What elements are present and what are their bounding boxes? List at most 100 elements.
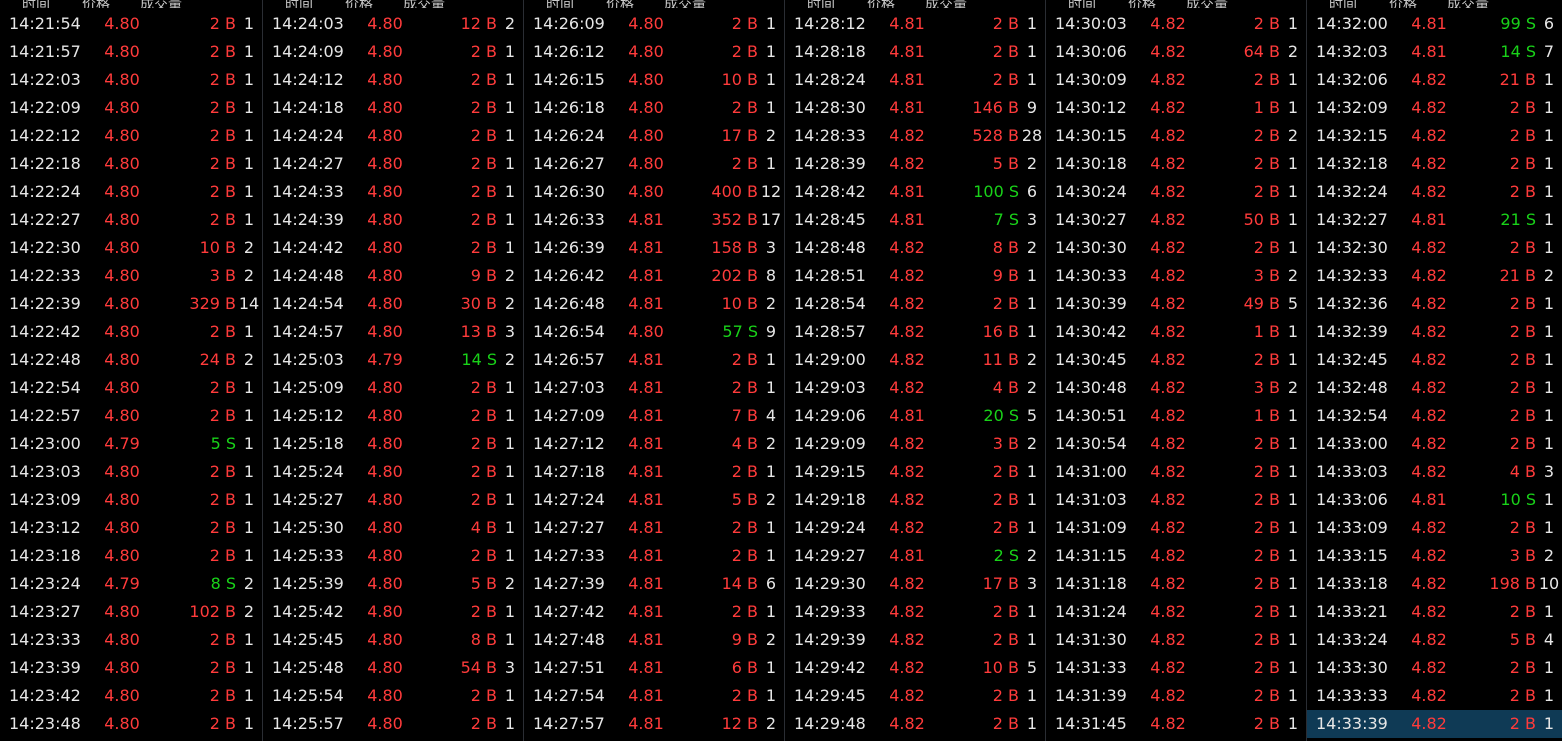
tick-row[interactable]: 14:32:48 4.82 2 B 1 [1307, 374, 1562, 402]
tick-row[interactable]: 14:32:39 4.82 2 B 1 [1307, 318, 1562, 346]
tick-row[interactable]: 14:22:18 4.80 2 B 1 [0, 150, 262, 178]
tick-row[interactable]: 14:24:12 4.80 2 B 1 [263, 66, 523, 94]
tick-row[interactable]: 14:22:54 4.80 2 B 1 [0, 374, 262, 402]
tick-row[interactable]: 14:23:09 4.80 2 B 1 [0, 486, 262, 514]
tick-row[interactable]: 14:23:33 4.80 2 B 1 [0, 626, 262, 654]
tick-row[interactable]: 14:28:18 4.81 2 B 1 [785, 38, 1045, 66]
tick-row[interactable]: 14:22:12 4.80 2 B 1 [0, 122, 262, 150]
tick-row[interactable]: 14:30:48 4.82 3 B 2 [1046, 374, 1306, 402]
tick-row[interactable]: 14:23:24 4.79 8 S 2 [0, 570, 262, 598]
tick-row[interactable]: 14:27:33 4.81 2 B 1 [524, 542, 784, 570]
tick-row[interactable]: 14:29:39 4.82 2 B 1 [785, 626, 1045, 654]
tick-row[interactable]: 14:24:54 4.80 30 B 2 [263, 290, 523, 318]
tick-row[interactable]: 14:29:30 4.82 17 B 3 [785, 570, 1045, 598]
tick-row[interactable]: 14:31:15 4.82 2 B 1 [1046, 542, 1306, 570]
tick-row[interactable]: 14:27:09 4.81 7 B 4 [524, 402, 784, 430]
tick-row[interactable]: 14:25:30 4.80 4 B 1 [263, 514, 523, 542]
tick-row[interactable]: 14:22:57 4.80 2 B 1 [0, 402, 262, 430]
tick-row[interactable]: 14:22:42 4.80 2 B 1 [0, 318, 262, 346]
tick-row[interactable]: 14:27:51 4.81 6 B 1 [524, 654, 784, 682]
tick-row[interactable]: 14:26:42 4.81 202 B 8 [524, 262, 784, 290]
tick-row[interactable]: 14:22:48 4.80 24 B 2 [0, 346, 262, 374]
tick-row[interactable]: 14:32:30 4.82 2 B 1 [1307, 234, 1562, 262]
tick-row[interactable]: 14:28:24 4.81 2 B 1 [785, 66, 1045, 94]
tick-row[interactable]: 14:31:03 4.82 2 B 1 [1046, 486, 1306, 514]
tick-row[interactable]: 14:26:24 4.80 17 B 2 [524, 122, 784, 150]
tick-row[interactable]: 14:27:42 4.81 2 B 1 [524, 598, 784, 626]
tick-row[interactable]: 14:23:42 4.80 2 B 1 [0, 682, 262, 710]
tick-row[interactable]: 14:23:18 4.80 2 B 1 [0, 542, 262, 570]
tick-row[interactable]: 14:31:24 4.82 2 B 1 [1046, 598, 1306, 626]
tick-row[interactable]: 14:26:27 4.80 2 B 1 [524, 150, 784, 178]
tick-row[interactable]: 14:31:45 4.82 2 B 1 [1046, 710, 1306, 738]
tick-row[interactable]: 14:32:03 4.81 14 S 7 [1307, 38, 1562, 66]
tick-row[interactable]: 14:25:18 4.80 2 B 1 [263, 430, 523, 458]
tick-row[interactable]: 14:29:09 4.82 3 B 2 [785, 430, 1045, 458]
tick-row[interactable]: 14:28:51 4.82 9 B 1 [785, 262, 1045, 290]
tick-row[interactable]: 14:30:27 4.82 50 B 1 [1046, 206, 1306, 234]
tick-row[interactable]: 14:24:09 4.80 2 B 1 [263, 38, 523, 66]
tick-row[interactable]: 14:29:06 4.81 20 S 5 [785, 402, 1045, 430]
tick-row[interactable]: 14:30:45 4.82 2 B 1 [1046, 346, 1306, 374]
tick-row[interactable]: 14:31:18 4.82 2 B 1 [1046, 570, 1306, 598]
tick-row[interactable]: 14:22:03 4.80 2 B 1 [0, 66, 262, 94]
tick-row[interactable]: 14:33:33 4.82 2 B 1 [1307, 682, 1562, 710]
tick-row[interactable]: 14:31:09 4.82 2 B 1 [1046, 514, 1306, 542]
tick-row[interactable]: 14:27:39 4.81 14 B 6 [524, 570, 784, 598]
tick-row[interactable]: 14:29:24 4.82 2 B 1 [785, 514, 1045, 542]
tick-row[interactable]: 14:33:09 4.82 2 B 1 [1307, 514, 1562, 542]
tick-row[interactable]: 14:33:03 4.82 4 B 3 [1307, 458, 1562, 486]
tick-row[interactable]: 14:33:18 4.82 198 B 10 [1307, 570, 1562, 598]
tick-row[interactable]: 14:30:24 4.82 2 B 1 [1046, 178, 1306, 206]
tick-row[interactable]: 14:25:03 4.79 14 S 2 [263, 346, 523, 374]
tick-row[interactable]: 14:28:45 4.81 7 S 3 [785, 206, 1045, 234]
tick-row[interactable]: 14:32:15 4.82 2 B 1 [1307, 122, 1562, 150]
tick-row[interactable]: 14:32:36 4.82 2 B 1 [1307, 290, 1562, 318]
tick-row[interactable]: 14:25:48 4.80 54 B 3 [263, 654, 523, 682]
tick-row[interactable]: 14:30:03 4.82 2 B 1 [1046, 10, 1306, 38]
tick-row[interactable]: 14:22:39 4.80 329 B 14 [0, 290, 262, 318]
tick-row[interactable]: 14:33:00 4.82 2 B 1 [1307, 430, 1562, 458]
tick-row[interactable]: 14:26:39 4.81 158 B 3 [524, 234, 784, 262]
tick-row[interactable]: 14:23:48 4.80 2 B 1 [0, 710, 262, 738]
tick-row[interactable]: 14:32:06 4.82 21 B 1 [1307, 66, 1562, 94]
tick-row[interactable]: 14:29:45 4.82 2 B 1 [785, 682, 1045, 710]
tick-row[interactable]: 14:30:42 4.82 1 B 1 [1046, 318, 1306, 346]
tick-row[interactable]: 14:31:33 4.82 2 B 1 [1046, 654, 1306, 682]
tick-row[interactable]: 14:21:57 4.80 2 B 1 [0, 38, 262, 66]
tick-row[interactable]: 14:26:57 4.81 2 B 1 [524, 346, 784, 374]
tick-row[interactable]: 14:24:27 4.80 2 B 1 [263, 150, 523, 178]
tick-row[interactable]: 14:32:33 4.82 21 B 2 [1307, 262, 1562, 290]
tick-row[interactable]: 14:24:48 4.80 9 B 2 [263, 262, 523, 290]
tick-row[interactable]: 14:27:03 4.81 2 B 1 [524, 374, 784, 402]
tick-row[interactable]: 14:33:15 4.82 3 B 2 [1307, 542, 1562, 570]
tick-row[interactable]: 14:29:48 4.82 2 B 1 [785, 710, 1045, 738]
tick-row[interactable]: 14:26:54 4.80 57 S 9 [524, 318, 784, 346]
tick-row[interactable]: 14:32:45 4.82 2 B 1 [1307, 346, 1562, 374]
tick-row[interactable]: 14:26:48 4.81 10 B 2 [524, 290, 784, 318]
tick-row[interactable]: 14:31:30 4.82 2 B 1 [1046, 626, 1306, 654]
tick-row[interactable]: 14:30:15 4.82 2 B 2 [1046, 122, 1306, 150]
tick-row[interactable]: 14:29:03 4.82 4 B 2 [785, 374, 1045, 402]
tick-row[interactable]: 14:27:18 4.81 2 B 1 [524, 458, 784, 486]
tick-row[interactable]: 14:30:12 4.82 1 B 1 [1046, 94, 1306, 122]
tick-row[interactable]: 14:25:33 4.80 2 B 1 [263, 542, 523, 570]
tick-row[interactable]: 14:28:12 4.81 2 B 1 [785, 10, 1045, 38]
tick-row[interactable]: 14:33:24 4.82 5 B 4 [1307, 626, 1562, 654]
tick-row[interactable]: 14:24:57 4.80 13 B 3 [263, 318, 523, 346]
tick-row[interactable]: 14:29:00 4.82 11 B 2 [785, 346, 1045, 374]
tick-row[interactable]: 14:28:39 4.82 5 B 2 [785, 150, 1045, 178]
tick-row[interactable]: 14:22:33 4.80 3 B 2 [0, 262, 262, 290]
tick-row[interactable]: 14:28:33 4.82 528 B 28 [785, 122, 1045, 150]
tick-row[interactable]: 14:25:57 4.80 2 B 1 [263, 710, 523, 738]
tick-row[interactable]: 14:25:09 4.80 2 B 1 [263, 374, 523, 402]
tick-row[interactable]: 14:30:33 4.82 3 B 2 [1046, 262, 1306, 290]
tick-row[interactable]: 14:25:42 4.80 2 B 1 [263, 598, 523, 626]
tick-row[interactable]: 14:32:09 4.82 2 B 1 [1307, 94, 1562, 122]
tick-row[interactable]: 14:30:39 4.82 49 B 5 [1046, 290, 1306, 318]
tick-row[interactable]: 14:33:06 4.81 10 S 1 [1307, 486, 1562, 514]
tick-row[interactable]: 14:29:33 4.82 2 B 1 [785, 598, 1045, 626]
tick-row[interactable]: 14:22:30 4.80 10 B 2 [0, 234, 262, 262]
tick-row[interactable]: 14:25:39 4.80 5 B 2 [263, 570, 523, 598]
tick-row[interactable]: 14:29:27 4.81 2 S 2 [785, 542, 1045, 570]
